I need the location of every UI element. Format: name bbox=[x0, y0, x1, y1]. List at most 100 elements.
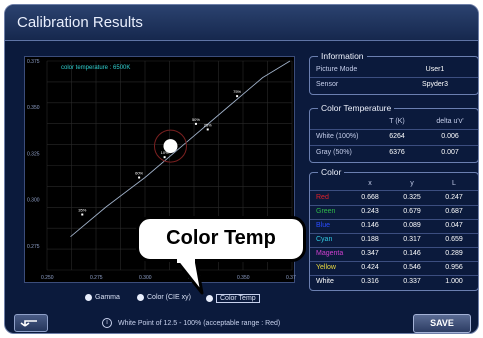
radio-gamma[interactable]: Gamma bbox=[85, 294, 120, 301]
data-point-label: 35% bbox=[78, 208, 86, 213]
color-row-x: 0.347 bbox=[361, 250, 379, 257]
color-row-y: 0.317 bbox=[403, 236, 421, 243]
color-row-name: Cyan bbox=[316, 236, 333, 243]
save-button[interactable]: SAVE bbox=[413, 314, 471, 333]
header-y: y bbox=[410, 180, 414, 187]
picture-mode-value: User1 bbox=[425, 66, 445, 73]
title-bar: Calibration Results bbox=[5, 5, 478, 41]
ct-row-name: Gray (50%) bbox=[316, 149, 352, 156]
picture-mode-label: Picture Mode bbox=[316, 66, 358, 73]
sensor-row: Sensor Spyder3 bbox=[310, 79, 478, 91]
back-button[interactable] bbox=[14, 314, 48, 332]
window-title: Calibration Results bbox=[17, 14, 143, 31]
color-row-y: 0.146 bbox=[403, 250, 421, 257]
color-title: Color bbox=[318, 167, 345, 177]
color-row-red: Red 0.668 0.325 0.247 bbox=[310, 192, 478, 204]
color-row-y: 0.089 bbox=[403, 222, 421, 229]
color-row-white: White 0.316 0.337 1.000 bbox=[310, 276, 478, 288]
y-tick-label: 0.275 bbox=[27, 244, 40, 250]
color-row-y: 0.325 bbox=[403, 194, 421, 201]
color-row-l: 0.659 bbox=[445, 236, 463, 243]
graph-legend: color temperature : 6500K bbox=[61, 65, 130, 71]
footer-note: i White Point of 12.5 - 100% (acceptable… bbox=[102, 318, 280, 328]
header-t: T (K) bbox=[389, 118, 405, 125]
color-header: x y L bbox=[310, 178, 478, 190]
color-row-name: Blue bbox=[316, 222, 331, 229]
color-row-l: 0.289 bbox=[445, 250, 463, 257]
x-tick-label: 0.250 bbox=[41, 275, 54, 281]
header-l: L bbox=[452, 180, 456, 187]
color-row-magenta: Magenta 0.347 0.146 0.289 bbox=[310, 248, 478, 260]
ct-row-name: White (100%) bbox=[316, 133, 359, 140]
y-tick-label: 0.300 bbox=[27, 198, 40, 204]
color-row-x: 0.188 bbox=[361, 236, 379, 243]
header-delta: delta u'v' bbox=[436, 118, 464, 125]
data-point bbox=[138, 176, 141, 179]
callout-text: Color Temp bbox=[166, 227, 276, 249]
data-point bbox=[163, 156, 166, 159]
callout-pointer-icon bbox=[174, 259, 204, 295]
color-row-cyan: Cyan 0.188 0.317 0.659 bbox=[310, 234, 478, 246]
color-row-name: Yellow bbox=[316, 264, 336, 271]
x-tick-label: 0.300 bbox=[139, 275, 152, 281]
callout-box: Color Temp bbox=[136, 216, 306, 262]
color-temperature-title: Color Temperature bbox=[318, 103, 395, 113]
color-row-x: 0.316 bbox=[361, 278, 379, 285]
color-row-green: Green 0.243 0.679 0.687 bbox=[310, 206, 478, 218]
color-panel: Color x y L Red 0.668 0.325 0.247 Green 0.243… bbox=[309, 167, 478, 291]
color-row-x: 0.424 bbox=[361, 264, 379, 271]
data-point bbox=[236, 95, 239, 98]
radio-color-temp[interactable]: Color Temp bbox=[206, 294, 260, 303]
data-point-label: 50% bbox=[192, 117, 200, 122]
info-icon: i bbox=[102, 318, 112, 328]
color-row-l: 0.247 bbox=[445, 194, 463, 201]
color-row-name: Red bbox=[316, 194, 329, 201]
y-tick-label: 0.350 bbox=[27, 105, 40, 111]
divider bbox=[310, 129, 478, 130]
ct-row-delta: 0.006 bbox=[441, 133, 459, 140]
color-row-name: Green bbox=[316, 208, 336, 215]
color-row-x: 0.243 bbox=[361, 208, 379, 215]
color-temperature-header: T (K) delta u'v' bbox=[310, 116, 478, 128]
data-point-label: 10% bbox=[161, 150, 169, 155]
x-tick-label: 0.375 bbox=[286, 275, 296, 281]
color-row-l: 0.956 bbox=[445, 264, 463, 271]
color-row-y: 0.546 bbox=[403, 264, 421, 271]
color-row-y: 0.679 bbox=[403, 208, 421, 215]
sensor-label: Sensor bbox=[316, 81, 339, 88]
radio-dot-icon bbox=[137, 294, 144, 301]
data-point-label: 75% bbox=[233, 89, 241, 94]
radio-dot-icon bbox=[85, 294, 92, 301]
radio-gamma-label: Gamma bbox=[95, 294, 120, 301]
color-row-l: 0.687 bbox=[445, 208, 463, 215]
picture-mode-row: Picture Mode User1 bbox=[310, 64, 478, 76]
y-tick-label: 0.325 bbox=[27, 151, 40, 157]
color-row-yellow: Yellow 0.424 0.546 0.956 bbox=[310, 262, 478, 274]
ct-row-white: White (100%) 6264 0.006 bbox=[310, 131, 478, 143]
data-point bbox=[206, 128, 209, 131]
ct-row-t: 6264 bbox=[389, 133, 405, 140]
calibration-results-window: Calibration Results 0.375 0.350 0.325 0.300… bbox=[4, 4, 479, 334]
y-tick-label: 0.375 bbox=[27, 59, 40, 65]
divider bbox=[310, 77, 478, 78]
color-row-x: 0.146 bbox=[361, 222, 379, 229]
color-row-l: 0.047 bbox=[445, 222, 463, 229]
color-temperature-panel: Color Temperature T (K) delta u'v' White… bbox=[309, 103, 478, 163]
ct-row-delta: 0.007 bbox=[441, 149, 459, 156]
color-row-y: 0.337 bbox=[403, 278, 421, 285]
information-panel: Information Picture Mode User1 Sensor Sp… bbox=[309, 51, 478, 95]
color-row-l: 1.000 bbox=[445, 278, 463, 285]
color-row-name: Magenta bbox=[316, 250, 344, 257]
footer-note-text: White Point of 12.5 - 100% (acceptable r… bbox=[118, 319, 281, 327]
data-point bbox=[194, 122, 197, 125]
divider bbox=[310, 145, 478, 146]
data-point-label: 25% bbox=[204, 122, 212, 127]
sensor-value: Spyder3 bbox=[421, 81, 449, 88]
ct-row-t: 6376 bbox=[389, 149, 405, 156]
blackbody-curve bbox=[70, 60, 291, 238]
color-row-name: White bbox=[316, 278, 334, 285]
data-point bbox=[169, 145, 172, 148]
information-title: Information bbox=[318, 51, 367, 61]
divider bbox=[310, 190, 478, 191]
x-tick-label: 0.275 bbox=[90, 275, 103, 281]
